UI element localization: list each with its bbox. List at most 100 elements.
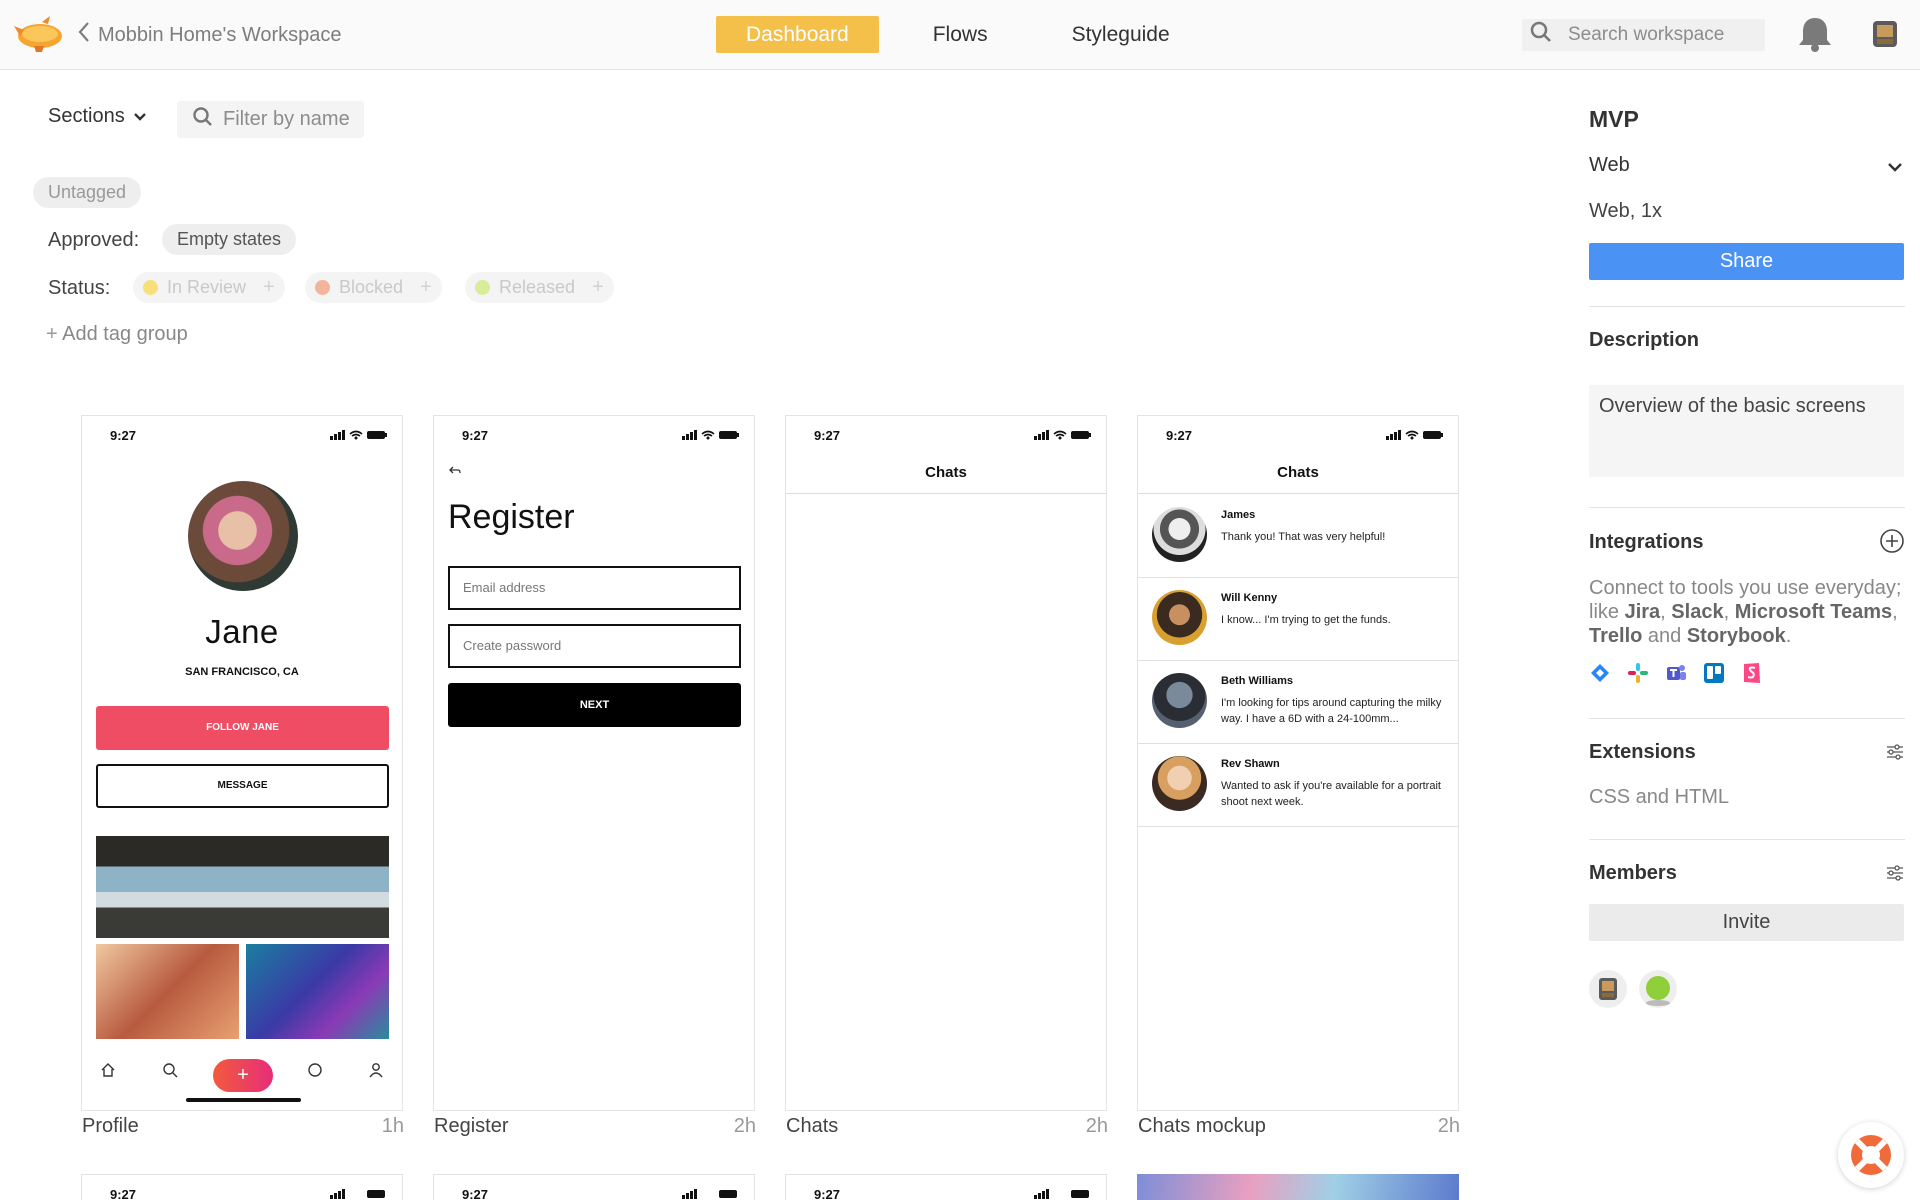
help-lifebuoy-icon[interactable] [1838,1122,1904,1188]
chat-list-item: Will Kenny I know... I'm trying to get t… [1138,578,1458,661]
zeplin-logo-icon[interactable] [14,12,66,56]
divider [1589,306,1905,307]
chat-name: Will Kenny [1221,592,1278,604]
member-avatar[interactable] [1639,970,1677,1008]
project-title: MVP [1589,106,1639,132]
status-time: 9:27 [1166,428,1193,443]
plus-icon[interactable]: + [263,276,275,299]
description-field[interactable]: Overview of the basic screens [1589,385,1904,477]
profile-location: SAN FRANCISCO, CA [185,666,299,678]
share-button[interactable]: Share [1589,243,1904,280]
status-tag-label: Blocked [339,277,404,297]
screen-card[interactable]: 9:27 [785,1174,1107,1200]
microsoft-teams-icon[interactable] [1665,662,1687,684]
untagged-tag[interactable]: Untagged [33,177,142,208]
chat-list-item: Rev Shawn Wanted to ask if you're availa… [1138,744,1458,827]
plus-icon[interactable]: + [420,276,432,299]
status-time: 9:27 [462,1187,489,1200]
settings-sliders-icon[interactable] [1885,742,1905,768]
status-tag-label: In Review [167,277,247,297]
extension-item[interactable]: CSS and HTML [1589,786,1729,809]
divider [1589,507,1905,508]
member-avatar[interactable] [1589,970,1627,1008]
invite-button[interactable]: Invite [1589,904,1904,941]
chat-list-item: Beth Williams I'm looking for tips aroun… [1138,661,1458,744]
status-bar: 9:27 [786,428,1106,446]
card-title[interactable]: Register [434,1115,508,1138]
empty-states-tag[interactable]: Empty states [162,224,297,255]
workspace-name: Mobbin Home's Workspace [98,23,342,46]
home-indicator [186,1098,301,1102]
card-title[interactable]: Profile [82,1115,139,1138]
platform-dropdown[interactable]: Web [1589,154,1905,177]
register-title: Register [448,498,575,536]
card-caption: Chats mockup 2h [1138,1115,1460,1138]
plus-icon: + [46,323,58,345]
card-age: 2h [1085,1115,1108,1137]
integration-icons [1589,662,1763,684]
status-time: 9:27 [814,428,841,443]
screen-card-artwork[interactable] [1137,1174,1459,1200]
signal-wifi-battery-icon [330,429,388,441]
slack-icon[interactable] [1627,662,1649,684]
status-label: Status: [48,277,111,299]
add-integration-icon[interactable] [1879,528,1905,560]
storybook-icon[interactable] [1741,662,1763,684]
in-review-tag[interactable]: In Review + [133,272,285,303]
divider [1589,718,1905,719]
gallery-photo [96,836,389,938]
platform-label: Web [1589,154,1630,176]
back-to-workspace-link[interactable]: Mobbin Home's Workspace [78,20,342,50]
integration-name: Trello [1589,625,1643,647]
home-icon [100,1062,116,1082]
status-time: 9:27 [110,1187,137,1200]
add-tag-group-button[interactable]: + Add tag group [46,323,188,346]
card-title[interactable]: Chats [786,1115,838,1138]
screen-card-profile[interactable]: 9:27 Jane SAN FRANCISCO, CA FOLLOW JANE … [81,415,403,1111]
jira-icon[interactable] [1589,662,1611,684]
approved-label: Approved: [48,229,140,251]
chat-list-item: James Thank you! That was very helpful! [1138,495,1458,578]
chat-name: Rev Shawn [1221,758,1280,770]
settings-sliders-icon[interactable] [1885,863,1905,889]
filter-by-name-input[interactable]: Filter by name [177,101,364,138]
tab-flows[interactable]: Flows [903,16,1018,53]
tab-dashboard[interactable]: Dashboard [716,16,879,53]
back-arrow-icon [448,464,462,480]
add-post-icon: + [213,1059,273,1092]
plus-icon[interactable]: + [592,276,604,299]
chat-avatar [1152,673,1207,728]
chevron-down-icon [133,105,147,128]
main-tabs: Dashboard Flows Styleguide [716,16,1224,53]
card-title[interactable]: Chats mockup [1138,1115,1266,1138]
density-label: Web, 1x [1589,200,1662,222]
status-tag-label: Released [499,277,576,297]
card-age: 2h [1437,1115,1460,1137]
user-avatar[interactable] [1866,15,1904,53]
search-workspace-input[interactable]: Search workspace [1522,19,1765,51]
blocked-tag[interactable]: Blocked + [305,272,442,303]
sections-dropdown[interactable]: Sections [48,105,147,128]
tab-styleguide[interactable]: Styleguide [1042,16,1200,53]
search-icon [193,106,213,133]
screen-card-chats[interactable]: 9:27 Chats [785,415,1107,1111]
screen-card-register[interactable]: 9:27 Register Email address Create passw… [433,415,755,1111]
search-icon [162,1062,178,1082]
chats-header: Chats [1138,452,1458,494]
notifications-bell-icon[interactable] [1797,15,1833,53]
integration-name: Storybook [1686,625,1786,647]
card-caption: Register 2h [434,1115,756,1138]
chat-avatar [1152,507,1207,562]
integrations-heading: Integrations [1589,531,1704,553]
chevron-left-icon [78,21,90,49]
screen-card-chats-mockup[interactable]: 9:27 Chats James Thank you! That was ver… [1137,415,1459,1111]
trello-icon[interactable] [1703,662,1725,684]
released-tag[interactable]: Released + [465,272,614,303]
screen-card[interactable]: 9:27 [81,1174,403,1200]
chat-avatar [1152,756,1207,811]
status-time: 9:27 [814,1187,841,1200]
status-bar: 9:27 [434,1187,754,1200]
chat-message: I know... I'm trying to get the funds. [1221,614,1391,626]
chat-avatar [1152,590,1207,645]
screen-card[interactable]: 9:27 [433,1174,755,1200]
